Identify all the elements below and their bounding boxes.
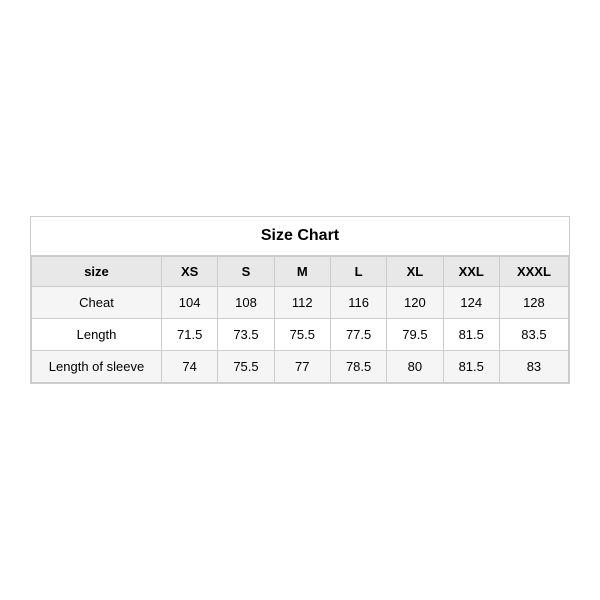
cell-2-5: 81.5 xyxy=(443,351,499,383)
cell-1-5: 81.5 xyxy=(443,319,499,351)
cell-0-6: 128 xyxy=(499,287,568,319)
header-col-1: XS xyxy=(162,257,218,287)
cell-1-0: 71.5 xyxy=(162,319,218,351)
table-row: Length of sleeve7475.57778.58081.583 xyxy=(32,351,569,383)
table-row: Length71.573.575.577.579.581.583.5 xyxy=(32,319,569,351)
cell-2-0: 74 xyxy=(162,351,218,383)
row-label-2: Length of sleeve xyxy=(32,351,162,383)
row-label-1: Length xyxy=(32,319,162,351)
cell-2-4: 80 xyxy=(387,351,443,383)
header-col-6: XXL xyxy=(443,257,499,287)
cell-2-2: 77 xyxy=(274,351,330,383)
table-header-row: sizeXSSMLXLXXLXXXL xyxy=(32,257,569,287)
header-col-3: M xyxy=(274,257,330,287)
table-body: Cheat104108112116120124128Length71.573.5… xyxy=(32,287,569,383)
cell-0-4: 120 xyxy=(387,287,443,319)
cell-0-3: 116 xyxy=(330,287,386,319)
header-col-4: L xyxy=(330,257,386,287)
cell-1-6: 83.5 xyxy=(499,319,568,351)
table-row: Cheat104108112116120124128 xyxy=(32,287,569,319)
cell-2-6: 83 xyxy=(499,351,568,383)
cell-1-2: 75.5 xyxy=(274,319,330,351)
cell-1-4: 79.5 xyxy=(387,319,443,351)
row-label-0: Cheat xyxy=(32,287,162,319)
cell-1-3: 77.5 xyxy=(330,319,386,351)
cell-0-2: 112 xyxy=(274,287,330,319)
size-chart-container: Size Chart sizeXSSMLXLXXLXXXL Cheat10410… xyxy=(30,216,570,384)
header-col-5: XL xyxy=(387,257,443,287)
header-col-7: XXXL xyxy=(499,257,568,287)
cell-0-1: 108 xyxy=(218,287,274,319)
table-title: Size Chart xyxy=(31,217,569,256)
cell-0-5: 124 xyxy=(443,287,499,319)
header-col-0: size xyxy=(32,257,162,287)
cell-1-1: 73.5 xyxy=(218,319,274,351)
header-col-2: S xyxy=(218,257,274,287)
cell-0-0: 104 xyxy=(162,287,218,319)
cell-2-1: 75.5 xyxy=(218,351,274,383)
cell-2-3: 78.5 xyxy=(330,351,386,383)
size-chart-table: sizeXSSMLXLXXLXXXL Cheat1041081121161201… xyxy=(31,256,569,383)
